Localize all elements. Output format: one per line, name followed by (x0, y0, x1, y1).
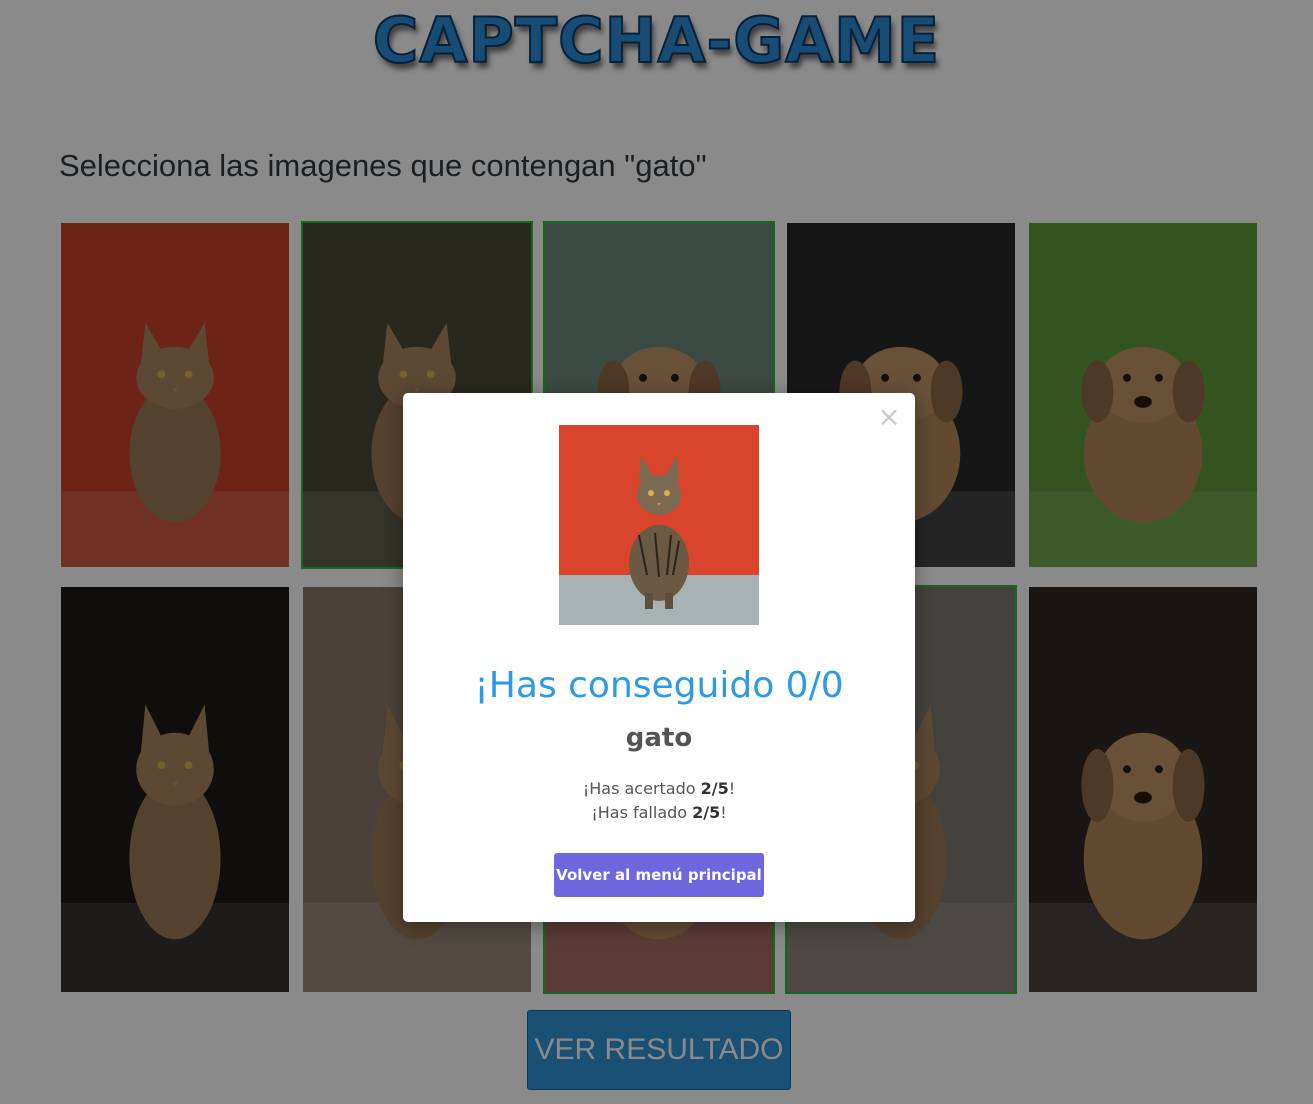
result-modal: × ¡Has conseguido 0/0 gato ¡Has acertado… (403, 393, 915, 922)
cat-photo (559, 425, 759, 625)
modal-title: ¡Has conseguido 0/0 (474, 665, 844, 706)
misses-line: ¡Has fallado 2/5! (591, 803, 727, 822)
modal-stats: ¡Has acertado 2/5! ¡Has fallado 2/5! (403, 777, 915, 825)
hits-line: ¡Has acertado 2/5! (582, 779, 736, 798)
main-menu-button[interactable]: Volver al menú principal (554, 853, 764, 897)
modal-cat-image (559, 425, 759, 625)
captcha-game-page: CAPTCHA-GAME Selecciona las imagenes que… (0, 0, 1313, 1104)
hits-value: 2/5 (700, 779, 729, 798)
misses-value: 2/5 (692, 803, 721, 822)
close-icon[interactable]: × (877, 403, 901, 431)
target-word: gato (625, 723, 693, 753)
